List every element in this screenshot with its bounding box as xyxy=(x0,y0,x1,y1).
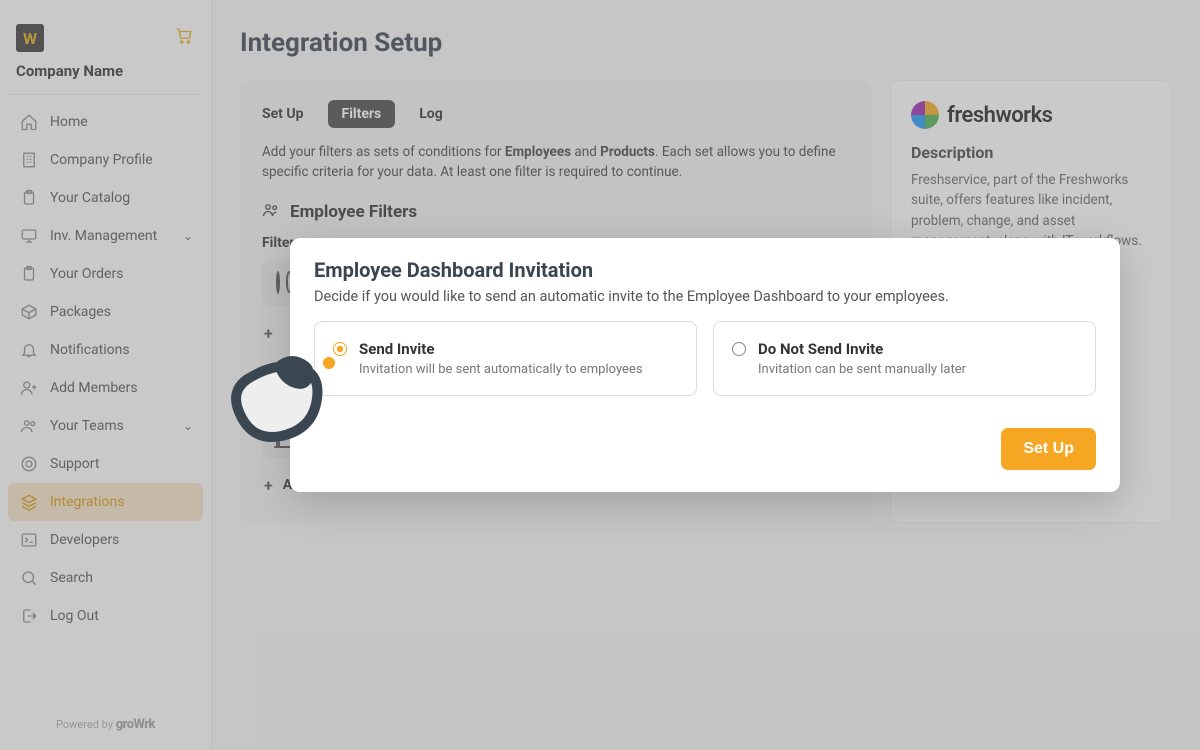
option-title: Do Not Send Invite xyxy=(758,340,966,358)
set-up-button[interactable]: Set Up xyxy=(1001,428,1096,470)
modal-subtitle: Decide if you would like to send an auto… xyxy=(314,288,1096,305)
modal-title: Employee Dashboard Invitation xyxy=(314,258,1096,282)
option-desc: Invitation will be sent automatically to… xyxy=(359,362,643,377)
invitation-modal: Employee Dashboard Invitation Decide if … xyxy=(290,238,1120,492)
cursor-hand-icon xyxy=(217,345,337,453)
option-title: Send Invite xyxy=(359,340,643,358)
modal-actions: Set Up xyxy=(314,428,1096,470)
option-desc: Invitation can be sent manually later xyxy=(758,362,966,377)
modal-options: Send Invite Invitation will be sent auto… xyxy=(314,321,1096,396)
option-send-invite[interactable]: Send Invite Invitation will be sent auto… xyxy=(314,321,697,396)
radio-icon xyxy=(732,342,746,356)
option-do-not-send-invite[interactable]: Do Not Send Invite Invitation can be sen… xyxy=(713,321,1096,396)
